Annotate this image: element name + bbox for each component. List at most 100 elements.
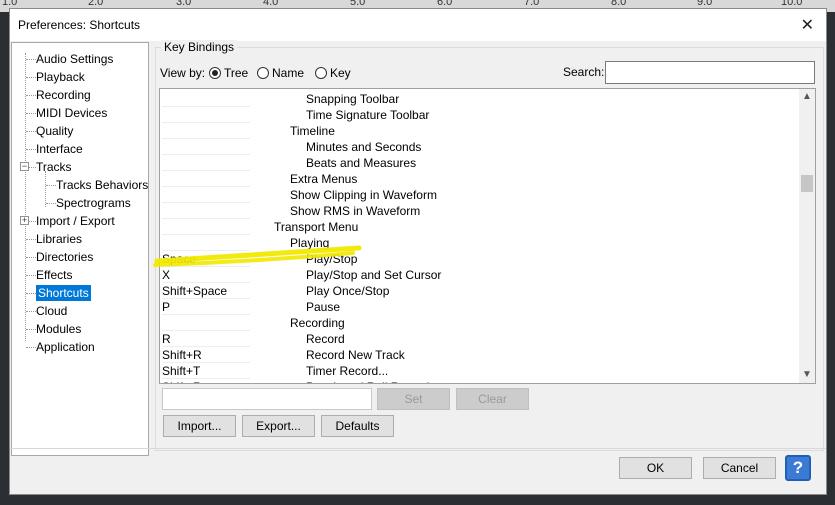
binding-key <box>162 315 250 331</box>
preferences-tree[interactable]: Audio Settings Playback Recording MIDI Devi… <box>11 42 149 456</box>
binding-row[interactable]: R Record <box>160 331 800 347</box>
binding-command: Play/Stop <box>306 252 358 266</box>
binding-row[interactable]: Space Play/Stop <box>160 251 800 267</box>
binding-row[interactable]: Shift+T Timer Record... <box>160 363 800 379</box>
close-icon[interactable]: ✕ <box>801 15 814 35</box>
binding-command: Timeline <box>290 124 335 138</box>
window-title: Preferences: Shortcuts <box>18 18 141 32</box>
sidebar-item-quality[interactable]: Quality <box>36 123 73 139</box>
binding-key <box>162 139 250 155</box>
binding-row[interactable]: Beats and Measures <box>160 155 800 171</box>
binding-row[interactable]: Shift+R Record New Track <box>160 347 800 363</box>
scroll-thumb[interactable] <box>801 175 813 192</box>
sidebar-item-interface[interactable]: Interface <box>36 141 83 157</box>
binding-key: Shift+R <box>162 347 250 363</box>
binding-row[interactable]: Time Signature Toolbar <box>160 107 800 123</box>
search-label: Search: <box>563 65 605 79</box>
sidebar-item-application[interactable]: Application <box>36 339 95 355</box>
binding-row[interactable]: X Play/Stop and Set Cursor <box>160 267 800 283</box>
sidebar-item-tracks[interactable]: Tracks <box>36 159 72 175</box>
binding-row[interactable]: Snapping Toolbar <box>160 91 800 107</box>
sidebar-item-import-export[interactable]: Import / Export <box>36 213 115 229</box>
sidebar-item-shortcuts[interactable]: Shortcuts <box>36 285 91 301</box>
binding-row[interactable]: Transport Menu <box>160 219 800 235</box>
binding-key <box>162 219 250 235</box>
key-combination-input[interactable] <box>162 388 372 410</box>
collapse-icon[interactable]: − <box>20 162 29 171</box>
binding-key: Shift+R <box>162 379 250 383</box>
tree-connector-line <box>45 171 46 207</box>
binding-key: Shift+T <box>162 363 250 379</box>
binding-row[interactable]: Timeline <box>160 123 800 139</box>
binding-command: Playing <box>290 236 330 250</box>
sidebar-item-midi-devices[interactable]: MIDI Devices <box>36 105 107 121</box>
radio-label: Tree <box>224 66 249 80</box>
defaults-button[interactable]: Defaults <box>321 415 394 437</box>
binding-key <box>162 187 250 203</box>
ruler-tick: 1.0 <box>2 0 18 8</box>
binding-row[interactable]: Shift+Space Play Once/Stop <box>160 283 800 299</box>
binding-row[interactable]: Shift+R Punch and Roll Record <box>160 379 800 383</box>
sidebar-item-libraries[interactable]: Libraries <box>36 231 82 247</box>
binding-row[interactable]: P Pause <box>160 299 800 315</box>
clear-button[interactable]: Clear <box>456 388 529 410</box>
search-input[interactable] <box>605 61 815 84</box>
ruler-tick: 2.0 <box>88 0 104 8</box>
sidebar-item-directories[interactable]: Directories <box>36 249 93 265</box>
binding-row[interactable]: Show RMS in Waveform <box>160 203 800 219</box>
ruler-tick: 6.0 <box>437 0 453 8</box>
ok-button[interactable]: OK <box>619 457 692 479</box>
import-button[interactable]: Import... <box>163 415 236 437</box>
sidebar-item-effects[interactable]: Effects <box>36 267 72 283</box>
view-by-key-radio[interactable]: Key <box>315 65 351 81</box>
scroll-down-icon[interactable]: ▼ <box>799 367 815 383</box>
ruler-tick: 8.0 <box>611 0 627 8</box>
sidebar-item-playback[interactable]: Playback <box>36 69 85 85</box>
ruler-tick: 4.0 <box>263 0 279 8</box>
set-button[interactable]: Set <box>377 388 450 410</box>
binding-key <box>162 203 250 219</box>
binding-key <box>162 107 250 123</box>
binding-row[interactable]: Extra Menus <box>160 171 800 187</box>
export-button[interactable]: Export... <box>242 415 315 437</box>
sidebar-item-audio-settings[interactable]: Audio Settings <box>36 51 113 67</box>
sidebar-item-recording[interactable]: Recording <box>36 87 91 103</box>
tree-connector-branch <box>26 239 36 240</box>
binding-key: Shift+Space <box>162 283 250 299</box>
vertical-scrollbar[interactable]: ▲ ▼ <box>799 89 815 383</box>
binding-row[interactable]: Playing <box>160 235 800 251</box>
tree-connector-branch <box>26 257 36 258</box>
scroll-up-icon[interactable]: ▲ <box>799 89 815 105</box>
ruler-tick: 7.0 <box>524 0 540 8</box>
ruler-tick: 9.0 <box>697 0 713 8</box>
expand-icon[interactable]: + <box>20 216 29 225</box>
sidebar-item-tracks-behaviors[interactable]: Tracks Behaviors <box>56 177 148 193</box>
binding-key <box>162 155 250 171</box>
sidebar-item-modules[interactable]: Modules <box>36 321 81 337</box>
tree-connector-branch <box>46 185 56 186</box>
binding-row[interactable]: Recording <box>160 315 800 331</box>
tree-connector-branch <box>26 275 36 276</box>
binding-key: X <box>162 267 250 283</box>
tree-connector-branch <box>26 347 36 348</box>
binding-command: Play Once/Stop <box>306 284 390 298</box>
view-by-label: View by: <box>160 66 206 80</box>
binding-command: Record New Track <box>306 348 405 362</box>
footer-separator <box>10 448 826 449</box>
view-by-tree-radio[interactable]: Tree <box>209 65 248 81</box>
binding-key <box>162 235 250 251</box>
binding-row[interactable]: Minutes and Seconds <box>160 139 800 155</box>
key-bindings-label: Key Bindings <box>161 40 238 54</box>
sidebar-item-cloud[interactable]: Cloud <box>36 303 67 319</box>
view-by-name-radio[interactable]: Name <box>257 65 304 81</box>
cancel-button[interactable]: Cancel <box>703 457 776 479</box>
key-bindings-list[interactable]: Shift+R Punch and Roll Record Shift+T Timer… <box>159 88 816 384</box>
binding-command: Punch and Roll Record <box>306 379 429 383</box>
radio-label: Key <box>330 66 351 80</box>
tree-connector-branch <box>46 203 56 204</box>
sidebar-item-spectrograms[interactable]: Spectrograms <box>56 195 131 211</box>
radio-indicator <box>315 67 327 79</box>
binding-row[interactable]: Show Clipping in Waveform <box>160 187 800 203</box>
binding-key <box>162 171 250 187</box>
help-icon[interactable]: ? <box>785 455 811 481</box>
